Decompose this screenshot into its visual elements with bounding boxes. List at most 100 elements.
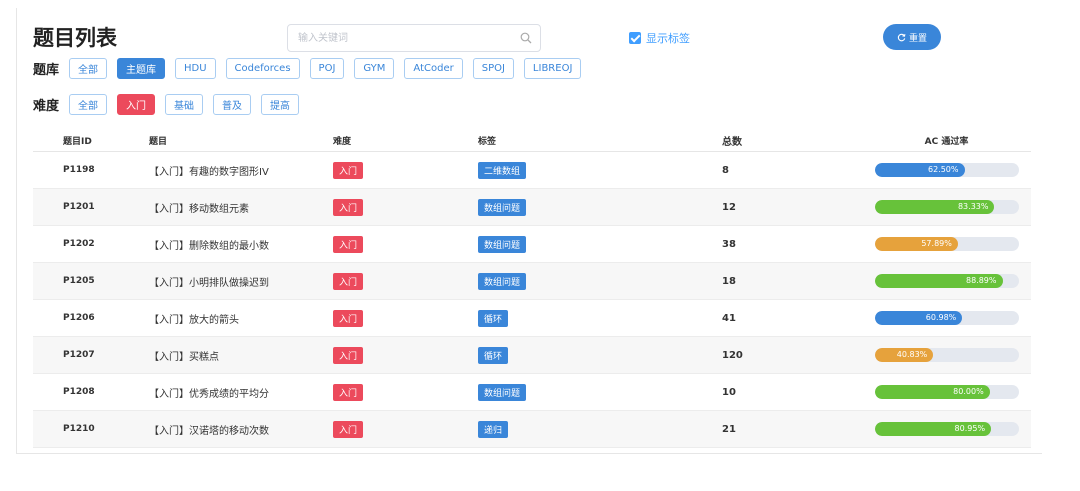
bank-chip-hdu[interactable]: HDU bbox=[175, 58, 216, 79]
problem-title[interactable]: 【入门】删除数组的最小数 bbox=[149, 237, 333, 252]
header-difficulty[interactable]: 难度 bbox=[333, 134, 478, 147]
tag-badge[interactable]: 数组问题 bbox=[478, 272, 527, 290]
ac-rate-fill: 80.00% bbox=[874, 385, 990, 399]
ac-rate-fill: 83.33% bbox=[874, 200, 995, 214]
show-tags-toggle[interactable]: 显示标签 bbox=[629, 30, 690, 46]
ac-rate-fill: 88.89% bbox=[874, 274, 1003, 288]
problem-title[interactable]: 【入门】小明排队做操迟到 bbox=[149, 274, 333, 289]
refresh-icon bbox=[897, 33, 906, 41]
tag-badge[interactable]: 数组问题 bbox=[478, 198, 527, 216]
difficulty-badge: 入门 bbox=[333, 272, 364, 290]
problem-id: P1202 bbox=[63, 239, 95, 249]
problem-title[interactable]: 【入门】放大的箭头 bbox=[149, 311, 333, 326]
ac-rate-fill: 40.83% bbox=[874, 348, 934, 362]
header-id[interactable]: 题目ID bbox=[33, 134, 149, 147]
ac-rate-bar: 40.83% bbox=[874, 348, 1019, 362]
table-row[interactable]: P1206 【入门】放大的箭头 入门 循环 41 60.98% bbox=[33, 300, 1031, 337]
bank-chip-codeforces[interactable]: Codeforces bbox=[225, 58, 300, 79]
problem-id: P1207 bbox=[63, 350, 95, 360]
table-row[interactable]: P1210 【入门】汉诺塔的移动次数 入门 递归 21 80.95% bbox=[33, 411, 1031, 448]
ac-rate-fill: 62.50% bbox=[874, 163, 965, 177]
total-count: 12 bbox=[722, 201, 736, 213]
difficulty-badge: 入门 bbox=[333, 161, 364, 179]
difficulty-filter-label: 难度 bbox=[33, 99, 60, 114]
total-count: 120 bbox=[722, 349, 743, 361]
problem-list-panel: 题目列表 显示标签 重置 题库 全部 主题库 HDU Codeforces PO… bbox=[16, 8, 1042, 454]
table-row[interactable]: P1208 【入门】优秀成绩的平均分 入门 数组问题 10 80.00% bbox=[33, 374, 1031, 411]
difficulty-badge: 入门 bbox=[333, 235, 364, 253]
table-row[interactable]: P1201 【入门】移动数组元素 入门 数组问题 12 83.33% bbox=[33, 189, 1031, 226]
table-header: 题目ID 题目 难度 标签 总数 AC 通过率 bbox=[33, 130, 1031, 152]
bank-filter-label: 题库 bbox=[33, 63, 60, 78]
header-title[interactable]: 题目 bbox=[149, 134, 333, 147]
search-input[interactable] bbox=[288, 25, 508, 51]
difficulty-chip-popular[interactable]: 普及 bbox=[213, 94, 251, 115]
bank-chip-poj[interactable]: POJ bbox=[309, 58, 345, 79]
header-total[interactable]: 总数 bbox=[722, 133, 862, 148]
table-row[interactable]: P1202 【入门】删除数组的最小数 入门 数组问题 38 57.89% bbox=[33, 226, 1031, 263]
difficulty-badge: 入门 bbox=[333, 198, 364, 216]
total-count: 21 bbox=[722, 423, 736, 435]
bank-chip-all[interactable]: 全部 bbox=[69, 58, 107, 79]
problem-title[interactable]: 【入门】优秀成绩的平均分 bbox=[149, 385, 333, 400]
bank-chip-main[interactable]: 主题库 bbox=[117, 58, 165, 79]
table-row[interactable]: P1207 【入门】买糕点 入门 循环 120 40.83% bbox=[33, 337, 1031, 374]
problem-id: P1201 bbox=[63, 202, 95, 212]
problem-id: P1198 bbox=[63, 165, 95, 175]
show-tags-checkbox[interactable] bbox=[629, 32, 641, 44]
bank-chip-spoj[interactable]: SPOJ bbox=[472, 58, 514, 79]
ac-rate-fill: 80.95% bbox=[874, 422, 992, 436]
tag-badge[interactable]: 递归 bbox=[478, 420, 509, 438]
problem-id: P1210 bbox=[63, 424, 95, 434]
difficulty-chip-intro[interactable]: 入门 bbox=[117, 94, 155, 115]
problem-id: P1205 bbox=[63, 276, 95, 286]
problem-id: P1208 bbox=[63, 387, 95, 397]
reset-label: 重置 bbox=[908, 33, 927, 44]
search-icon[interactable] bbox=[520, 32, 532, 44]
ac-rate-fill: 60.98% bbox=[874, 311, 963, 325]
difficulty-badge: 入门 bbox=[333, 309, 364, 327]
reset-button[interactable]: 重置 bbox=[883, 24, 941, 50]
difficulty-badge: 入门 bbox=[333, 346, 364, 364]
difficulty-badge: 入门 bbox=[333, 383, 364, 401]
search-box[interactable] bbox=[287, 24, 541, 52]
problem-title[interactable]: 【入门】汉诺塔的移动次数 bbox=[149, 422, 333, 437]
table-row[interactable]: P1205 【入门】小明排队做操迟到 入门 数组问题 18 88.89% bbox=[33, 263, 1031, 300]
problem-id: P1206 bbox=[63, 313, 95, 323]
tag-badge[interactable]: 循环 bbox=[478, 309, 509, 327]
show-tags-label: 显示标签 bbox=[646, 32, 690, 45]
difficulty-chip-all[interactable]: 全部 bbox=[69, 94, 107, 115]
bank-chip-libreoj[interactable]: LIBREOJ bbox=[523, 58, 582, 79]
ac-rate-bar: 80.95% bbox=[874, 422, 1019, 436]
ac-rate-bar: 83.33% bbox=[874, 200, 1019, 214]
total-count: 8 bbox=[722, 164, 729, 176]
ac-rate-bar: 60.98% bbox=[874, 311, 1019, 325]
tag-badge[interactable]: 二维数组 bbox=[478, 161, 527, 179]
bank-chip-gym[interactable]: GYM bbox=[354, 58, 395, 79]
total-count: 38 bbox=[722, 238, 736, 250]
header-tag[interactable]: 标签 bbox=[478, 134, 722, 147]
tag-badge[interactable]: 数组问题 bbox=[478, 235, 527, 253]
tag-badge[interactable]: 循环 bbox=[478, 346, 509, 364]
ac-rate-bar: 88.89% bbox=[874, 274, 1019, 288]
problem-title[interactable]: 【入门】买糕点 bbox=[149, 348, 333, 363]
ac-rate-bar: 80.00% bbox=[874, 385, 1019, 399]
difficulty-filter: 难度 全部 入门 基础 普及 提高 bbox=[33, 94, 309, 115]
page-title: 题目列表 bbox=[33, 26, 117, 50]
total-count: 18 bbox=[722, 275, 736, 287]
bank-filter: 题库 全部 主题库 HDU Codeforces POJ GYM AtCoder… bbox=[33, 58, 591, 79]
problem-title[interactable]: 【入门】移动数组元素 bbox=[149, 200, 333, 215]
ac-rate-fill: 57.89% bbox=[874, 237, 958, 251]
header-ac-rate[interactable]: AC 通过率 bbox=[862, 134, 1031, 147]
total-count: 10 bbox=[722, 386, 736, 398]
table-row[interactable]: P1198 【入门】有趣的数字图形IV 入门 二维数组 8 62.50% bbox=[33, 152, 1031, 189]
difficulty-chip-advanced[interactable]: 提高 bbox=[261, 94, 299, 115]
difficulty-chip-basic[interactable]: 基础 bbox=[165, 94, 203, 115]
ac-rate-bar: 57.89% bbox=[874, 237, 1019, 251]
bank-chip-atcoder[interactable]: AtCoder bbox=[404, 58, 463, 79]
tag-badge[interactable]: 数组问题 bbox=[478, 383, 527, 401]
ac-rate-bar: 62.50% bbox=[874, 163, 1019, 177]
problem-title[interactable]: 【入门】有趣的数字图形IV bbox=[149, 163, 333, 178]
difficulty-badge: 入门 bbox=[333, 420, 364, 438]
problem-table: 题目ID 题目 难度 标签 总数 AC 通过率 P1198 【入门】有趣的数字图… bbox=[33, 130, 1031, 448]
